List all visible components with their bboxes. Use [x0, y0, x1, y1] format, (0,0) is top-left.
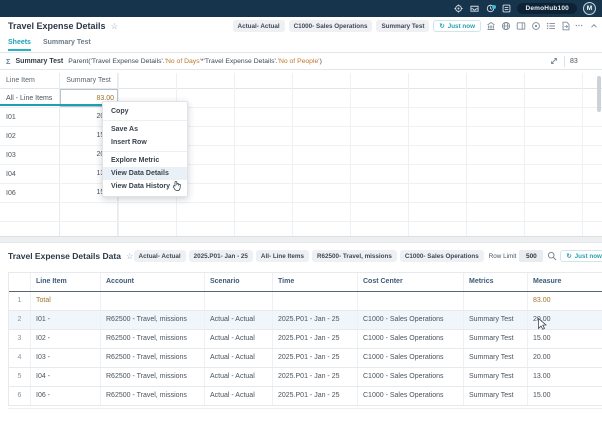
- table-row[interactable]: 6 I06 - R62500 - Travel, missions Actual…: [9, 387, 602, 406]
- tab-sheets[interactable]: Sheets: [8, 39, 31, 51]
- tab-summary-test[interactable]: Summary Test: [43, 39, 91, 51]
- grid-row-i02[interactable]: I02 15.00: [0, 127, 602, 146]
- globe-icon[interactable]: [500, 21, 511, 32]
- col-measure: Measure: [528, 273, 602, 291]
- filter-chip-scenario[interactable]: Actual- Actual: [233, 20, 285, 32]
- sheet-toolbar: Actual- Actual C1000- Sales Operations S…: [233, 20, 599, 32]
- divider: [103, 151, 187, 152]
- formula-metric-name: Summary Test: [16, 58, 64, 65]
- menu-item-insert-row[interactable]: Insert Row: [103, 136, 187, 149]
- tenant-button[interactable]: DemoHub100: [517, 3, 577, 14]
- page-title: Travel Expense Details☆: [8, 21, 118, 32]
- vertical-scrollbar[interactable]: [597, 76, 601, 112]
- filter-chip-costcenter[interactable]: C1000- Sales Operations: [289, 20, 373, 32]
- search-icon[interactable]: [546, 251, 557, 262]
- row-limit-input[interactable]: [519, 250, 543, 262]
- collapse-icon[interactable]: [588, 21, 599, 32]
- col-scenario: Scenario: [205, 273, 273, 291]
- table-header-row: Line Item Account Scenario Time Cost Cen…: [9, 272, 602, 292]
- filter-chip-costcenter[interactable]: C1000- Sales Operations: [400, 250, 484, 262]
- notification-dot: [492, 5, 496, 9]
- selection-indicator: [0, 104, 118, 106]
- favorite-star-icon[interactable]: ☆: [126, 251, 134, 262]
- target-icon[interactable]: [530, 21, 541, 32]
- context-menu: Copy Save As Insert Row Explore Metric V…: [102, 101, 188, 197]
- grid-row-i04[interactable]: I04 13.00: [0, 165, 602, 184]
- grid-header-row: Line Item Summary Test: [0, 73, 602, 89]
- refresh-icon: ↻: [566, 253, 571, 260]
- expand-formula-icon[interactable]: [548, 56, 559, 67]
- data-panel-toolbar: Actual- Actual 2025.P01- Jan - 25 All- L…: [134, 250, 602, 262]
- more-icon[interactable]: ⋯: [575, 23, 584, 29]
- total-link[interactable]: Total: [31, 292, 101, 310]
- col-metrics: Metrics: [464, 273, 528, 291]
- grid-row-i03[interactable]: I03 20.00: [0, 146, 602, 165]
- export-icon[interactable]: [560, 21, 571, 32]
- filter-chip-line-items[interactable]: All- Line Items: [256, 250, 309, 262]
- divider: [564, 56, 565, 67]
- menu-item-explore-metric[interactable]: Explore Metric: [103, 154, 187, 167]
- table-row[interactable]: 1 Total 83.00: [9, 292, 602, 311]
- divider: [103, 120, 187, 121]
- data-panel-title: Travel Expense Details Data: [8, 251, 121, 261]
- grid-row-i06[interactable]: I06 15.00: [0, 184, 602, 203]
- filter-chip-metric[interactable]: Summary Test: [376, 20, 429, 32]
- formula-text[interactable]: Parent('Travel Expense Details'.'No of D…: [68, 58, 543, 65]
- formula-bar[interactable]: Σ Summary Test Parent('Travel Expense De…: [0, 52, 602, 70]
- col-account: Account: [101, 273, 205, 291]
- favorite-star-icon[interactable]: ☆: [111, 21, 119, 31]
- history-icon[interactable]: [485, 4, 495, 14]
- app-window: DemoHub100 M Travel Expense Details☆ Act…: [0, 0, 602, 447]
- filter-chip-account[interactable]: R62500- Travel, missions: [312, 250, 397, 262]
- sheet-tabs: Sheets Summary Test: [8, 39, 91, 51]
- formula-cell-value: 83: [570, 58, 596, 65]
- filter-chip-scenario[interactable]: Actual- Actual: [134, 250, 186, 262]
- user-avatar[interactable]: M: [583, 2, 596, 15]
- formula-icon: Σ: [6, 57, 11, 66]
- refresh-icon: ↻: [439, 23, 444, 30]
- menu-item-view-data-details[interactable]: View Data Details: [103, 167, 187, 180]
- grid-row-empty[interactable]: [0, 203, 602, 222]
- menu-item-view-data-history[interactable]: View Data History: [103, 180, 187, 193]
- table-row[interactable]: 2 I01 - R62500 - Travel, missions Actual…: [9, 311, 602, 330]
- layout-icon[interactable]: [515, 21, 526, 32]
- menu-item-save-as[interactable]: Save As: [103, 123, 187, 136]
- grid-row-i01[interactable]: I01 20.00: [0, 108, 602, 127]
- inbox-icon[interactable]: [469, 4, 479, 14]
- table-row[interactable]: 5 I04 - R62500 - Travel, missions Actual…: [9, 368, 602, 387]
- menu-item-copy[interactable]: Copy: [103, 105, 187, 118]
- grid-row-empty[interactable]: [0, 222, 602, 237]
- building-icon[interactable]: [485, 21, 496, 32]
- table-bottom-border: [8, 408, 602, 409]
- table-row[interactable]: 3 I02 - R62500 - Travel, missions Actual…: [9, 330, 602, 349]
- settings-icon[interactable]: [453, 4, 463, 14]
- col-cost-center: Cost Center: [358, 273, 464, 291]
- col-line-item: Line Item: [31, 273, 101, 291]
- panel-divider: [0, 236, 602, 243]
- refresh-button[interactable]: ↻ Just now: [560, 250, 602, 262]
- filter-chip-time[interactable]: 2025.P01- Jan - 25: [189, 250, 253, 262]
- sheet-grid: Line Item Summary Test All - Line Items …: [0, 73, 602, 237]
- apps-icon[interactable]: [501, 4, 511, 14]
- refresh-button[interactable]: ↻ Just now: [433, 20, 481, 32]
- data-panel-header: Travel Expense Details Data ☆ Actual- Ac…: [0, 243, 602, 269]
- table-row[interactable]: 4 I03 - R62500 - Travel, missions Actual…: [9, 349, 602, 368]
- grid-col-summary-test: Summary Test: [60, 73, 118, 88]
- grid-col-line-item: Line Item: [0, 73, 60, 88]
- top-navbar: DemoHub100 M: [0, 0, 602, 17]
- data-details-table: Line Item Account Scenario Time Cost Cen…: [8, 272, 602, 406]
- list-icon[interactable]: [545, 21, 556, 32]
- col-time: Time: [273, 273, 358, 291]
- row-limit-label: Row Limit: [489, 253, 517, 260]
- data-details-panel: Travel Expense Details Data ☆ Actual- Ac…: [0, 243, 602, 447]
